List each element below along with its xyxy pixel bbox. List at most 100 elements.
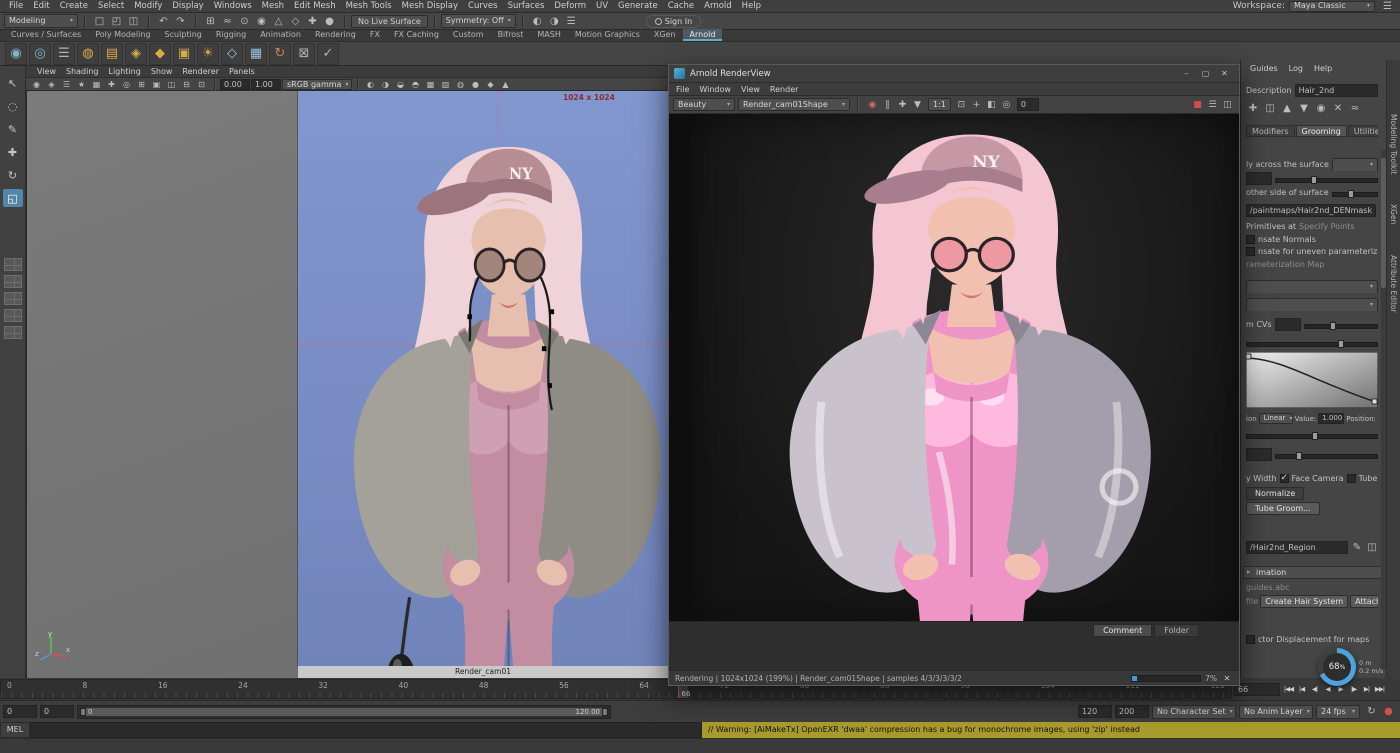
layout-persp-outliner[interactable] [4,292,22,305]
menu-deform[interactable]: Deform [549,0,591,13]
menu-set-selector[interactable]: Modeling [4,14,78,28]
render-camera-selector[interactable]: Render_cam01Shape [738,98,850,111]
snap-grid-icon[interactable]: ⊞ [202,14,219,29]
shelf-tab-xgen[interactable]: XGen [647,29,683,41]
shelf-tab-rendering[interactable]: Rendering [308,29,363,41]
tube-shade-checkbox[interactable] [1347,474,1356,483]
maximize-button[interactable]: ▢ [1196,67,1215,80]
playback-loop-icon[interactable]: ↻ [1363,704,1380,719]
fps-selector[interactable]: 24 fps [1316,705,1360,719]
shelf-tab-motion-graphics[interactable]: Motion Graphics [568,29,647,41]
density-slider[interactable] [1275,174,1378,184]
rv-menu-file[interactable]: File [671,83,694,96]
menu-mesh-tools[interactable]: Mesh Tools [341,0,397,13]
volume-icon[interactable]: ▦ [245,43,267,65]
snapshot-icon[interactable]: ✚ [895,98,910,111]
rv-tab-comment[interactable]: Comment [1093,624,1152,637]
menu-generate[interactable]: Generate [613,0,663,13]
menu-help[interactable]: Help [737,0,766,13]
arnold-ipr-icon[interactable]: ◎ [29,43,51,65]
pause-render-icon[interactable]: ‖ [880,98,895,111]
scale-tool[interactable]: ◱ [3,189,23,207]
tx-manager-icon[interactable]: ⊠ [293,43,315,65]
primitive-type-selector[interactable] [1246,280,1378,293]
shelf-tab-mash[interactable]: MASH [530,29,567,41]
workspace-selector[interactable]: Maya Classic [1289,1,1375,12]
snap-point-icon[interactable]: ⊙ [236,14,253,29]
menu-create[interactable]: Create [55,0,93,13]
menu-arnold[interactable]: Arnold [699,0,737,13]
pixel-probe-icon[interactable]: + [969,98,984,111]
panel-menu-lighting[interactable]: Lighting [103,66,145,78]
wireframe-icon[interactable]: ◆ [483,79,498,90]
motion-blur-icon[interactable]: ◓ [408,79,423,90]
playback-end-field[interactable]: 120 [1078,705,1112,718]
auto-key-icon[interactable]: ● [1380,704,1397,719]
current-frame-field[interactable]: 66 [1234,683,1280,696]
description-field[interactable]: Hair_2nd [1295,84,1378,97]
layout-two-pane[interactable] [4,309,22,322]
face-camera-checkbox[interactable] [1280,474,1289,483]
width-field[interactable] [1246,448,1272,461]
playback-start-field[interactable]: 0 [40,705,74,718]
open-scene-icon[interactable]: ◰ [108,14,125,29]
camera-image-plane[interactable]: NY [298,91,668,666]
zoom-level-button[interactable]: 1:1 [928,98,951,111]
step-back-key-button[interactable]: |◀ [1295,681,1308,697]
grid-toggle-icon[interactable]: ⊞ [134,79,149,90]
render-settings-icon[interactable]: ☰ [563,14,580,29]
move-tool[interactable]: ✚ [3,143,23,161]
minimize-button[interactable]: – [1177,67,1196,80]
xgen-menu-help[interactable]: Help [1310,62,1336,75]
bookmarks-icon[interactable]: ★ [74,79,89,90]
num-cvs-slider[interactable] [1304,320,1378,330]
panel-menu-view[interactable]: View [32,66,61,78]
ab-compare-icon[interactable]: ◧ [984,98,999,111]
interpolation-selector[interactable]: Linear [1259,413,1293,424]
animation-end-field[interactable]: 200 [1115,705,1149,718]
rv-menu-window[interactable]: Window [694,83,736,96]
arnold-license-icon[interactable]: ✓ [317,43,339,65]
resolution-gate-icon[interactable]: ◫ [164,79,179,90]
range-slider-bar[interactable]: 0 120.00 [80,708,608,716]
stop-render-icon[interactable]: ■ [1190,98,1205,111]
camera-lock-icon[interactable]: ◈ [44,79,59,90]
colorspace-selector[interactable]: sRGB gamma [282,79,352,90]
snap-together-icon[interactable]: ✚ [304,14,321,29]
range-handle-left[interactable] [80,708,86,716]
dock-window-icon[interactable]: ◫ [1220,98,1235,111]
save-scene-icon[interactable]: ◫ [125,14,142,29]
panel-menu-shading[interactable]: Shading [61,66,104,78]
aov-selector[interactable]: Beauty [673,98,735,111]
lighting-icon[interactable]: ◐ [363,79,378,90]
create-hair-system-button[interactable]: Create Hair System [1260,595,1348,608]
compensate-normals-checkbox[interactable] [1246,235,1255,244]
density-field[interactable] [1246,172,1272,185]
xgen-menu-guides[interactable]: Guides [1246,62,1282,75]
ab-compare-field[interactable]: 0 [1017,98,1039,111]
menu-surfaces[interactable]: Surfaces [503,0,550,13]
menu-windows[interactable]: Windows [209,0,257,13]
shelf-tab-fx-caching[interactable]: FX Caching [387,29,446,41]
generator-selector[interactable] [1246,298,1378,311]
pan-zoom-icon[interactable]: ✚ [104,79,119,90]
ramp-value-field[interactable]: 1.000 [1318,413,1344,424]
command-input[interactable] [30,722,702,738]
menu-curves[interactable]: Curves [463,0,503,13]
snap-view-plane-icon[interactable]: ◇ [287,14,304,29]
panel-menu-panels[interactable]: Panels [224,66,260,78]
layout-hypershade[interactable] [4,326,22,339]
camera-select-icon[interactable]: ◉ [29,79,44,90]
menu-display[interactable]: Display [167,0,208,13]
rotate-tool[interactable]: ↻ [3,166,23,184]
undo-icon[interactable]: ↶ [155,14,172,29]
menu-modify[interactable]: Modify [129,0,167,13]
shelf-tab-animation[interactable]: Animation [253,29,308,41]
shelf-tab-curves-surfaces[interactable]: Curves / Surfaces [4,29,88,41]
layout-four-pane[interactable] [4,275,22,288]
dof-icon[interactable]: ◍ [453,79,468,90]
image-plane-icon[interactable]: ▦ [89,79,104,90]
area-light-icon[interactable]: ▤ [101,43,123,65]
xgen-create-description-icon[interactable]: ✚ [1246,102,1260,115]
isolate-select-icon[interactable]: ◎ [119,79,134,90]
